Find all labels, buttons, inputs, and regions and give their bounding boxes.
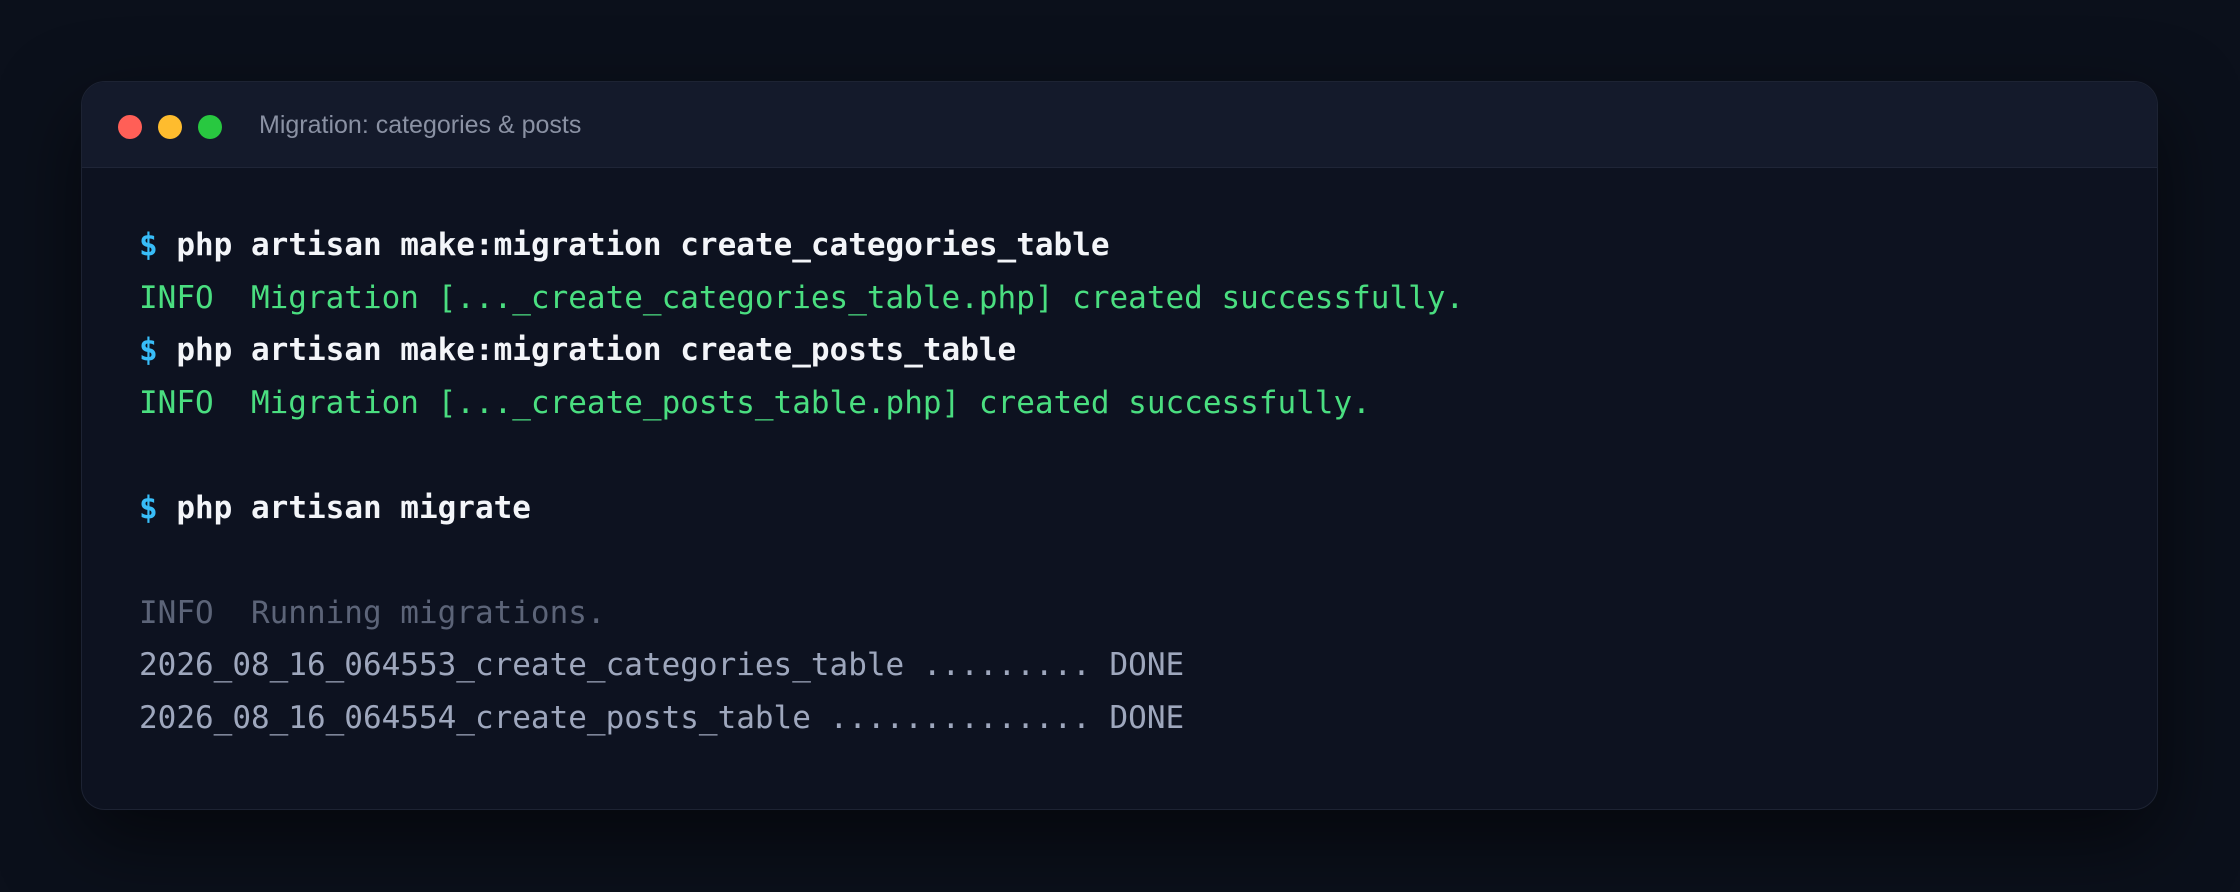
- terminal-line: INFO Migration [..._create_posts_table.p…: [139, 384, 1371, 421]
- terminal-line: $ php artisan make:migration create_cate…: [139, 219, 2117, 272]
- title-bar: Migration: categories & posts: [82, 82, 2157, 168]
- command-text: php artisan migrate: [176, 489, 531, 526]
- terminal-line: 2026_08_16_064553_create_categories_tabl…: [139, 647, 1185, 683]
- command-text: php artisan make:migration create_catego…: [176, 227, 1110, 263]
- terminal-window: Migration: categories & posts $ php arti…: [81, 81, 2158, 810]
- command-text: php artisan make:migration create_posts_…: [176, 332, 1017, 368]
- terminal-line: 2026_08_16_064554_create_posts_table ...…: [139, 699, 1185, 736]
- window-title: Migration: categories & posts: [259, 111, 582, 139]
- prompt-symbol: $: [139, 227, 158, 263]
- prompt-symbol: $: [139, 332, 158, 368]
- maximize-window-button[interactable]: [198, 115, 222, 139]
- minimize-window-button[interactable]: [158, 115, 182, 139]
- terminal-line: INFO Migration [..._create_categories_ta…: [139, 279, 1465, 316]
- close-window-button[interactable]: [118, 115, 142, 139]
- terminal-line: $ php artisan make:migration create_post…: [139, 324, 2117, 377]
- prompt-symbol: $: [139, 489, 158, 526]
- terminal-line: $ php artisan migrate: [139, 482, 2117, 535]
- terminal-line: INFO Running migrations.: [139, 594, 606, 631]
- terminal-output: $ php artisan make:migration create_cate…: [139, 219, 2117, 744]
